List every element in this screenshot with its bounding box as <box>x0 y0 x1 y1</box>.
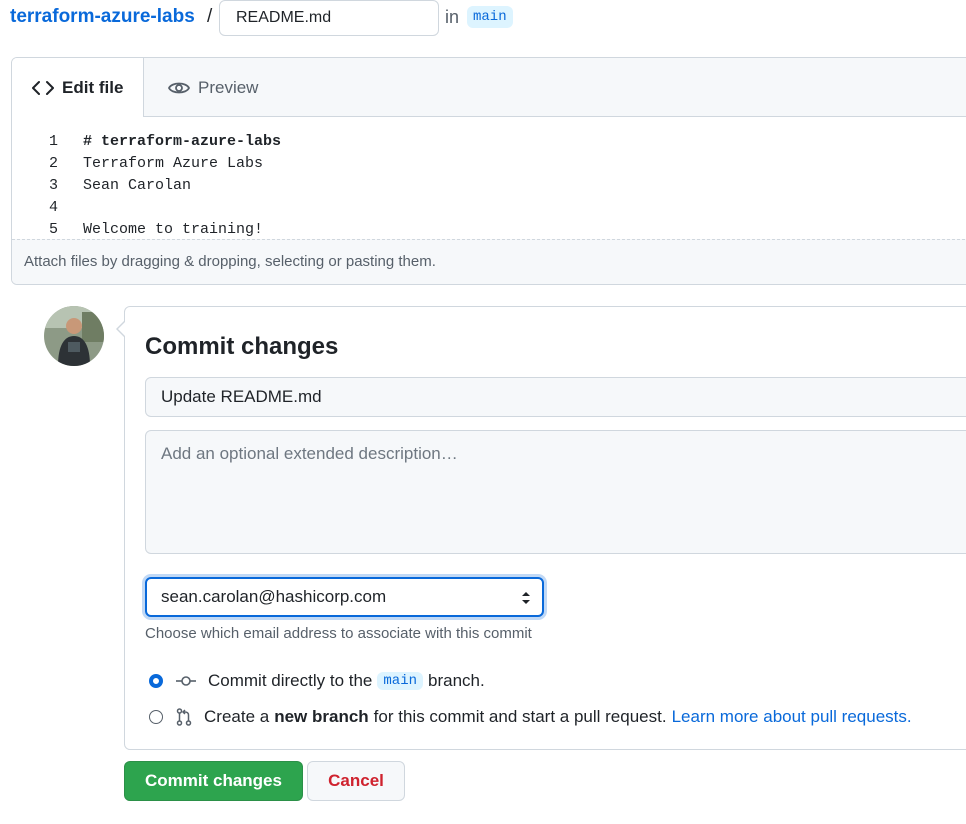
email-note: Choose which email address to associate … <box>145 625 532 642</box>
code-editor[interactable]: 1 # terraform-azure-labs 2 Terraform Azure… <box>12 117 966 241</box>
commit-summary-input[interactable] <box>145 377 966 417</box>
learn-more-link[interactable]: Learn more about pull requests. <box>672 707 912 727</box>
editor-tab-bar: Edit file Preview <box>12 58 966 117</box>
email-select-value: sean.carolan@hashicorp.com <box>161 587 387 606</box>
email-select[interactable]: sean.carolan@hashicorp.com <box>145 577 544 617</box>
radio-commit-direct[interactable] <box>149 674 163 688</box>
filename-input[interactable] <box>219 0 439 36</box>
tab-preview-label: Preview <box>198 77 259 97</box>
eye-icon <box>168 80 190 96</box>
git-pull-request-icon <box>176 708 192 726</box>
line-content: Terraform Azure Labs <box>83 155 264 172</box>
option-commit-direct[interactable]: Commit directly to the main branch. <box>149 669 485 693</box>
caret-fill <box>118 321 126 337</box>
code-icon <box>32 80 54 96</box>
radio-new-branch[interactable] <box>149 710 163 724</box>
avatar <box>44 306 104 366</box>
option-direct-branch: main <box>377 672 423 690</box>
line-number: 4 <box>48 199 58 216</box>
code-line: 2 Terraform Azure Labs <box>12 153 966 175</box>
line-number: 3 <box>48 177 58 194</box>
tab-edit-file[interactable]: Edit file <box>12 58 144 117</box>
line-number: 5 <box>48 221 58 238</box>
cancel-button[interactable]: Cancel <box>307 761 405 801</box>
commit-description-textarea[interactable] <box>145 430 966 554</box>
tab-preview[interactable]: Preview <box>168 58 258 117</box>
line-content: Welcome to training! <box>83 221 264 238</box>
repo-link[interactable]: terraform-azure-labs <box>10 6 195 28</box>
line-content: Sean Carolan <box>83 177 192 194</box>
branch-badge: main <box>467 6 513 28</box>
code-line: 5 Welcome to training! <box>12 219 966 241</box>
commit-title: Commit changes <box>145 333 339 360</box>
line-number: 2 <box>48 155 58 172</box>
code-line: 3 Sean Carolan <box>12 175 966 197</box>
option-new-prefix: Create a <box>204 707 270 726</box>
option-direct-prefix: Commit directly to the <box>208 671 373 690</box>
option-new-branch[interactable]: Create a new branch for this commit and … <box>149 705 912 729</box>
option-new-bold: new branch <box>274 707 369 726</box>
attach-files-bar[interactable]: Attach files by dragging & dropping, sel… <box>12 239 966 284</box>
line-number: 1 <box>48 133 58 150</box>
commit-changes-button[interactable]: Commit changes <box>124 761 303 801</box>
option-direct-suffix: branch. <box>428 671 485 690</box>
file-editor: Edit file Preview 1 # terraform-azure-lab… <box>11 57 966 285</box>
code-line: 1 # terraform-azure-labs <box>12 131 966 153</box>
code-line: 4 <box>12 197 966 219</box>
select-arrows-icon <box>520 590 532 611</box>
in-label: in <box>445 7 460 27</box>
breadcrumb-separator: / <box>207 6 213 27</box>
line-content: # terraform-azure-labs <box>83 133 282 150</box>
git-commit-icon <box>176 675 196 687</box>
tab-edit-file-label: Edit file <box>62 77 124 97</box>
option-new-suffix: for this commit and start a pull request… <box>373 707 667 726</box>
